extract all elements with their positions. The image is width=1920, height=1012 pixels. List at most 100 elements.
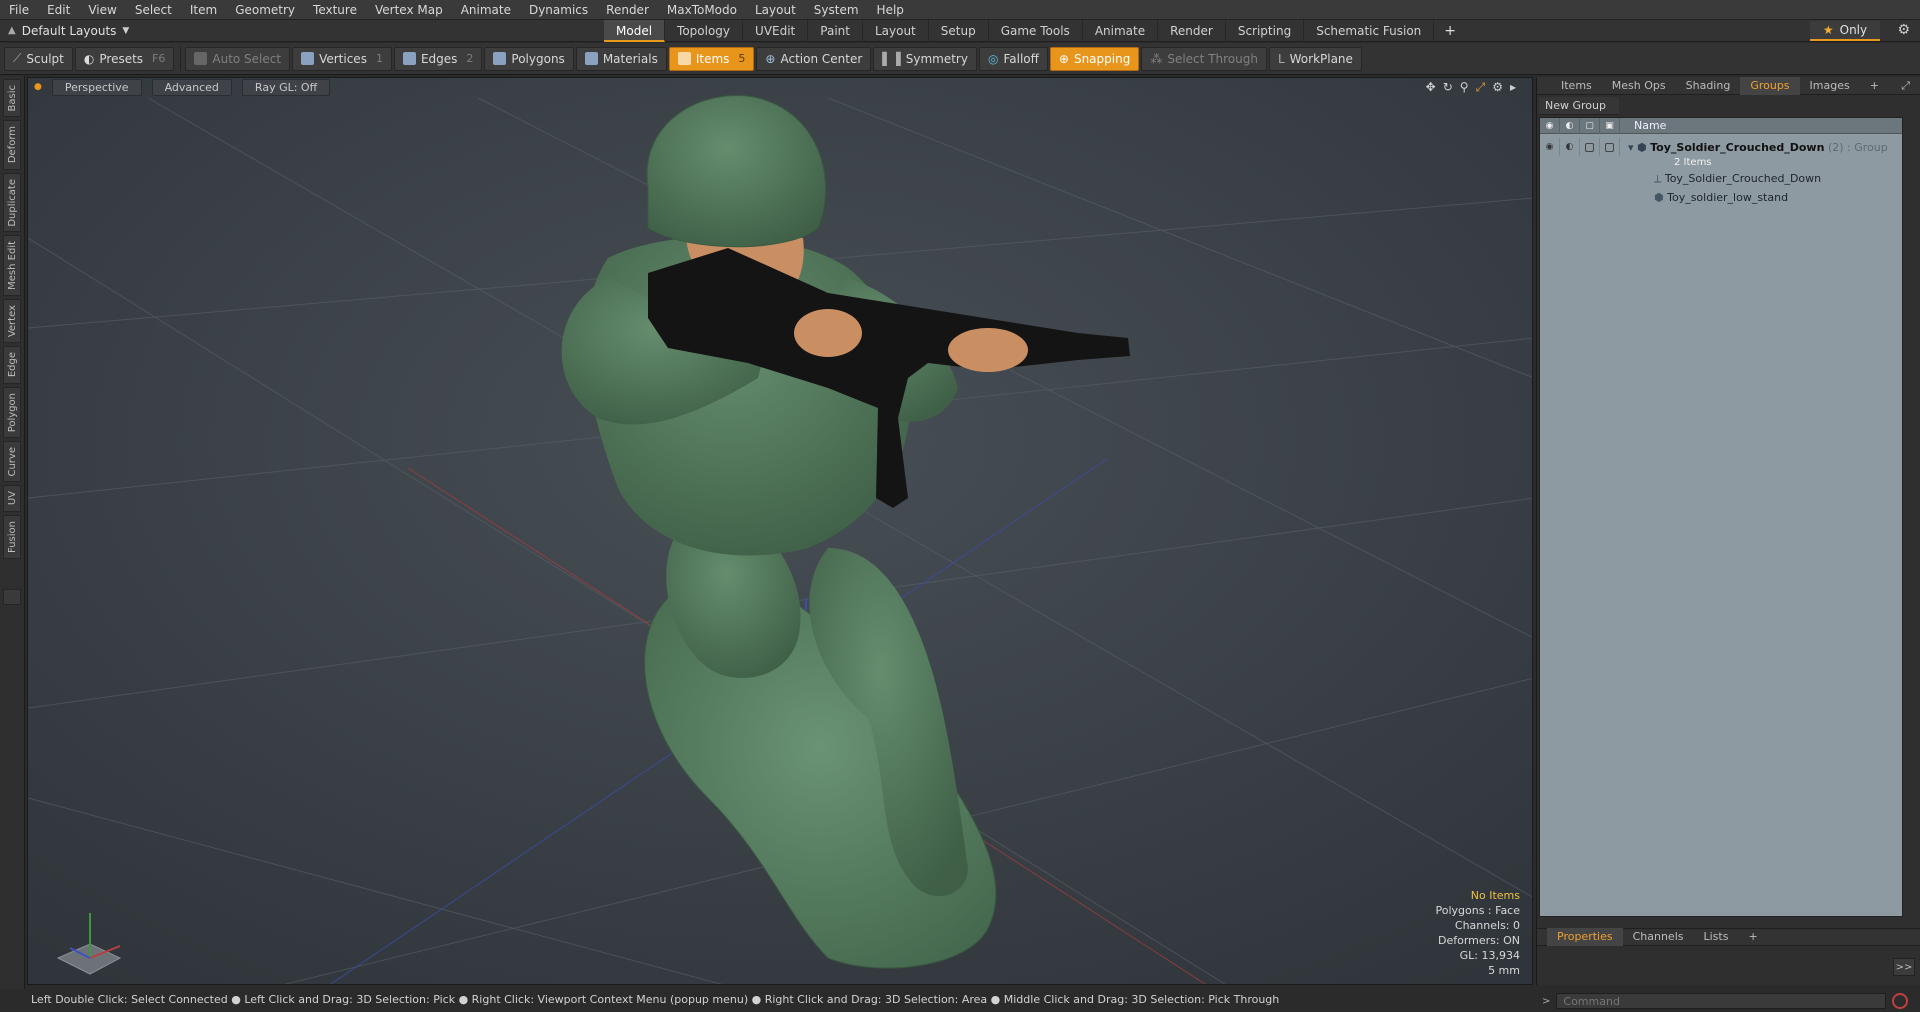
3d-viewport[interactable]: ● Perspective Advanced Ray GL: Off ✥ ↻ ⚲…	[27, 77, 1533, 985]
only-button[interactable]: ★ Only	[1810, 21, 1880, 41]
gear-icon[interactable]: ⚙	[1897, 22, 1910, 38]
menu-edit[interactable]: Edit	[38, 3, 79, 17]
right-panel-tabs: Items Mesh Ops Shading Groups Images + ⤢	[1537, 76, 1920, 95]
lock-header-icon[interactable]: ▢	[1580, 117, 1600, 134]
sculpt-button[interactable]: ⟋ Sculpt	[4, 46, 73, 71]
tab-items[interactable]: Items	[1551, 77, 1602, 95]
presets-button[interactable]: ◐ Presets F6	[74, 46, 175, 71]
menu-item[interactable]: Item	[181, 3, 226, 17]
symmetry-button[interactable]: ▌▐ Symmetry	[873, 46, 977, 71]
tree-item-row[interactable]: ⬢ Toy_soldier_low_stand	[1540, 188, 1902, 206]
tab-shading[interactable]: Shading	[1676, 77, 1741, 95]
layout-selector-label: Default Layouts	[21, 23, 117, 38]
menu-layout[interactable]: Layout	[746, 3, 805, 17]
workplane-icon: L	[1277, 51, 1285, 66]
group-row[interactable]: ◉ ◐ ▾ ⬢ Toy_Soldier_Crouched_Down (2) : …	[1540, 138, 1902, 156]
tab-setup[interactable]: Setup	[929, 20, 989, 42]
render-header-icon[interactable]: ◐	[1560, 117, 1580, 134]
vtab-mesh-edit[interactable]: Mesh Edit	[3, 235, 21, 297]
vtab-collapse[interactable]	[3, 588, 21, 605]
vtab-deform[interactable]: Deform	[3, 120, 21, 170]
select-header-icon[interactable]: ▣	[1600, 117, 1620, 134]
auto-select-button[interactable]: Auto Select	[185, 46, 291, 71]
name-column-header[interactable]: Name	[1620, 119, 1666, 132]
new-group-button[interactable]: New Group	[1539, 97, 1619, 115]
vtab-edge[interactable]: Edge	[3, 346, 21, 384]
menu-system[interactable]: System	[805, 3, 868, 17]
vtab-uv[interactable]: UV	[3, 485, 21, 512]
menu-render[interactable]: Render	[597, 3, 658, 17]
zoom-icon[interactable]: ⚲	[1460, 80, 1469, 95]
shading-mode-button[interactable]: Advanced	[151, 78, 232, 96]
render-toggle-icon[interactable]: ◐	[1560, 138, 1580, 156]
lock-toggle[interactable]	[1580, 138, 1600, 156]
menu-maxtomodo[interactable]: MaxToModo	[658, 3, 746, 17]
record-icon[interactable]	[1892, 993, 1909, 1009]
select-through-button[interactable]: ⁂ Select Through	[1141, 46, 1267, 71]
tab-schematic-fusion[interactable]: Schematic Fusion	[1304, 20, 1435, 42]
tab-channels[interactable]: Channels	[1623, 928, 1694, 946]
menu-file[interactable]: File	[0, 3, 38, 17]
add-panel-tab-icon[interactable]: +	[1860, 77, 1889, 95]
viewport-settings-icon[interactable]: ⚙	[1492, 80, 1503, 95]
properties-tabs: Properties Channels Lists +	[1537, 928, 1920, 946]
tab-model[interactable]: Model	[604, 20, 666, 42]
tab-topology[interactable]: Topology	[665, 20, 744, 42]
tab-render[interactable]: Render	[1158, 20, 1226, 42]
vtab-polygon[interactable]: Polygon	[3, 386, 21, 438]
right-panel: Items Mesh Ops Shading Groups Images + ⤢…	[1536, 76, 1920, 985]
menu-geometry[interactable]: Geometry	[226, 3, 304, 17]
layout-selector[interactable]: ▲ Default Layouts ▼	[0, 24, 600, 38]
tab-groups[interactable]: Groups	[1740, 76, 1800, 95]
tab-paint[interactable]: Paint	[808, 20, 863, 42]
vtab-fusion[interactable]: Fusion	[3, 514, 21, 559]
vtab-vertex[interactable]: Vertex	[3, 299, 21, 344]
command-input[interactable]	[1556, 993, 1887, 1009]
items-button[interactable]: Items 5	[668, 46, 755, 71]
menu-dynamics[interactable]: Dynamics	[520, 3, 597, 17]
workplane-button[interactable]: L WorkPlane	[1268, 46, 1362, 71]
snapping-button[interactable]: ⊕ Snapping	[1049, 46, 1140, 71]
panel-expand-icon[interactable]: ⤢	[1891, 77, 1920, 95]
vtab-basic[interactable]: Basic	[3, 79, 21, 118]
expand-properties-button[interactable]: >>	[1893, 958, 1915, 976]
tab-animate[interactable]: Animate	[1083, 20, 1159, 42]
edges-icon	[402, 52, 416, 65]
rotate-icon[interactable]: ↻	[1443, 80, 1453, 95]
vtab-curve[interactable]: Curve	[3, 440, 21, 483]
view-type-button[interactable]: Perspective	[51, 78, 142, 96]
falloff-button[interactable]: ◎ Falloff	[978, 46, 1048, 71]
menu-select[interactable]: Select	[126, 3, 181, 17]
tab-layout[interactable]: Layout	[863, 20, 929, 42]
tab-scripting[interactable]: Scripting	[1226, 20, 1305, 42]
visibility-header-icon[interactable]: ◉	[1540, 117, 1560, 134]
add-properties-tab-icon[interactable]: +	[1738, 928, 1767, 946]
menu-help[interactable]: Help	[868, 3, 913, 17]
tree-item-row[interactable]: ⟂ Toy_Soldier_Crouched_Down	[1540, 170, 1902, 188]
select-through-label: Select Through	[1167, 51, 1258, 66]
menu-animate[interactable]: Animate	[452, 3, 520, 17]
materials-button[interactable]: Materials	[575, 46, 667, 71]
vertices-button[interactable]: Vertices 1	[292, 46, 392, 71]
vtab-duplicate[interactable]: Duplicate	[3, 172, 21, 233]
menu-vertex-map[interactable]: Vertex Map	[366, 3, 452, 17]
eye-icon[interactable]: ◉	[1540, 138, 1560, 156]
menu-texture[interactable]: Texture	[304, 3, 366, 17]
menu-view[interactable]: View	[79, 3, 125, 17]
viewport-menu-dot[interactable]: ●	[34, 82, 42, 92]
action-center-button[interactable]: ⊕ Action Center	[756, 46, 872, 71]
tab-properties[interactable]: Properties	[1547, 928, 1623, 946]
tab-uvedit[interactable]: UVEdit	[743, 20, 809, 42]
tab-mesh-ops[interactable]: Mesh Ops	[1602, 77, 1676, 95]
tab-lists[interactable]: Lists	[1694, 928, 1739, 946]
select-toggle[interactable]	[1600, 138, 1620, 156]
pan-icon[interactable]: ✥	[1426, 80, 1436, 95]
polygons-button[interactable]: Polygons	[484, 46, 574, 71]
edges-button[interactable]: Edges 2	[393, 46, 483, 71]
viewport-more-icon[interactable]: ▸	[1510, 80, 1516, 95]
add-tab-icon[interactable]: +	[1434, 20, 1466, 42]
raygl-button[interactable]: Ray GL: Off	[241, 78, 331, 96]
tab-images[interactable]: Images	[1800, 77, 1860, 95]
tab-game-tools[interactable]: Game Tools	[989, 20, 1083, 42]
fit-icon[interactable]: ⤢	[1476, 80, 1486, 95]
